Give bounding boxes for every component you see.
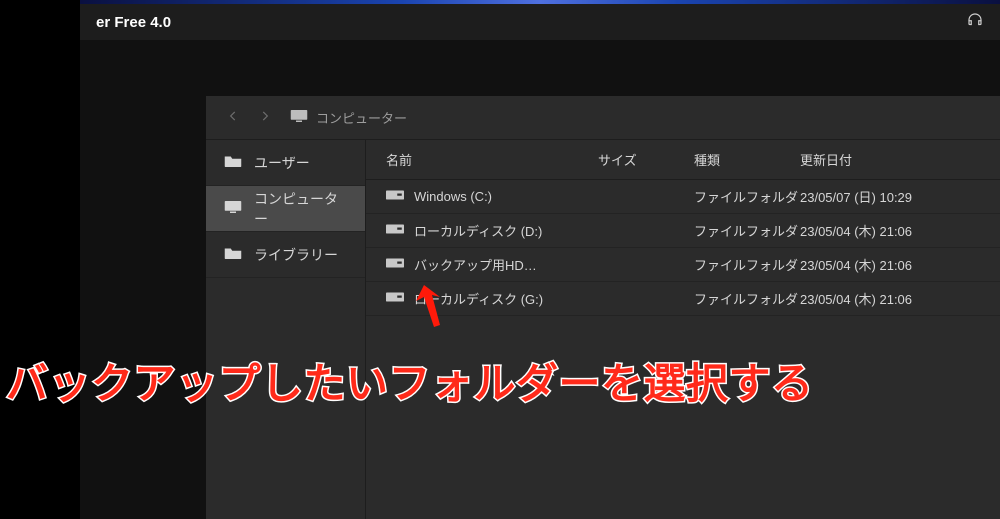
annotation-text: バックアップしたいフォルダーを選択する — [6, 350, 814, 411]
col-header-type[interactable]: 種類 — [694, 150, 800, 169]
table-row[interactable]: ローカルディスク (D:) ファイルフォルダ 23/05/04 (木) 21:0… — [366, 214, 1000, 248]
drive-name: Windows (C:) — [414, 189, 492, 204]
drive-icon — [386, 189, 404, 204]
drive-name: ローカルディスク (G:) — [414, 289, 543, 308]
headset-icon[interactable] — [966, 11, 984, 33]
nav-back-button[interactable] — [226, 109, 240, 126]
users-folder-icon — [224, 154, 242, 171]
nav-forward-button[interactable] — [258, 109, 272, 126]
table-row[interactable]: バックアップ用HD… ファイルフォルダ 23/05/04 (木) 21:06 — [366, 248, 1000, 282]
table-row[interactable]: Windows (C:) ファイルフォルダ 23/05/07 (日) 10:29 — [366, 180, 1000, 214]
sidebar-item-label: ユーザー — [254, 153, 310, 173]
drive-type: ファイルフォルダ — [694, 221, 800, 240]
table-header-row: 名前 サイズ 種類 更新日付 — [366, 140, 1000, 180]
drive-table: 名前 サイズ 種類 更新日付 Windows (C:) ファイルフォルダ 23/… — [366, 140, 1000, 519]
breadcrumb-label: コンピューター — [316, 108, 407, 127]
sidebar-item-label: ライブラリー — [254, 245, 338, 265]
breadcrumb-bar: コンピューター — [206, 96, 1000, 140]
drive-date: 23/05/07 (日) 10:29 — [800, 187, 1000, 206]
breadcrumb[interactable]: コンピューター — [290, 108, 407, 127]
file-browser-panel: コンピューター ユーザー コンピューター — [206, 96, 1000, 519]
sidebar-item-label: コンピューター — [254, 189, 347, 229]
col-header-size[interactable]: サイズ — [598, 150, 694, 169]
col-header-name[interactable]: 名前 — [366, 150, 598, 169]
drive-type: ファイルフォルダ — [694, 255, 800, 274]
col-header-date[interactable]: 更新日付 — [800, 150, 1000, 169]
monitor-icon — [290, 109, 308, 126]
outer-panel: コンピューター ユーザー コンピューター — [80, 40, 1000, 519]
sidebar: ユーザー コンピューター ライブラリー — [206, 140, 366, 519]
drive-name: バックアップ用HD… — [414, 255, 537, 274]
monitor-icon — [224, 200, 242, 217]
drive-type: ファイルフォルダ — [694, 187, 800, 206]
folder-icon — [224, 246, 242, 263]
drive-icon — [386, 223, 404, 238]
drive-icon — [386, 257, 404, 272]
drive-name: ローカルディスク (D:) — [414, 221, 542, 240]
drive-icon — [386, 291, 404, 306]
drive-type: ファイルフォルダ — [694, 289, 800, 308]
drive-date: 23/05/04 (木) 21:06 — [800, 255, 1000, 274]
app-title: er Free 4.0 — [96, 14, 171, 31]
titlebar: er Free 4.0 — [80, 4, 1000, 40]
drive-date: 23/05/04 (木) 21:06 — [800, 289, 1000, 308]
sidebar-item-computer[interactable]: コンピューター — [206, 186, 365, 232]
drive-date: 23/05/04 (木) 21:06 — [800, 221, 1000, 240]
table-row[interactable]: ローカルディスク (G:) ファイルフォルダ 23/05/04 (木) 21:0… — [366, 282, 1000, 316]
sidebar-item-users[interactable]: ユーザー — [206, 140, 365, 186]
sidebar-item-library[interactable]: ライブラリー — [206, 232, 365, 278]
